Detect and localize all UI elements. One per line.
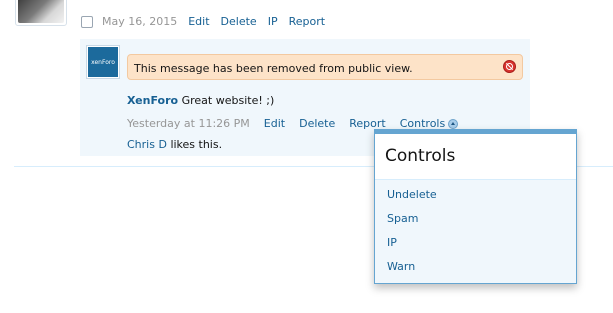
select-post-checkbox[interactable] [81,15,93,28]
likes-suffix: likes this. [170,138,223,151]
menu-item-spam[interactable]: Spam [387,212,418,225]
top-post-edit-link[interactable]: Edit [188,15,209,28]
comment-avatar[interactable]: xenForo [86,45,120,79]
chevron-up-icon [448,118,459,129]
comment-likes: Chris D likes this. [127,138,222,151]
top-post-report-link[interactable]: Report [289,15,325,28]
deleted-notice-text: This message has been removed from publi… [134,62,413,75]
top-post-delete-link[interactable]: Delete [221,15,257,28]
xenforo-logo-icon: xenForo [88,47,118,77]
top-post-meta: May 16, 2015 Edit Delete IP Report [81,15,336,28]
controls-menu-title: Controls [385,146,456,166]
comment-date[interactable]: Yesterday at 11:26 PM [127,117,250,130]
liker-link[interactable]: Chris D [127,138,167,151]
top-post-ip-link[interactable]: IP [268,15,278,28]
deleted-message-notice: This message has been removed from publi… [127,54,523,80]
menu-item-warn[interactable]: Warn [387,260,415,273]
comment-message: XenForo Great website! ;) [127,94,274,107]
comment-edit-link[interactable]: Edit [264,117,285,130]
top-post-date: May 16, 2015 [102,15,178,28]
menu-item-undelete[interactable]: Undelete [387,188,437,201]
controls-dropdown-menu: Controls Undelete Spam IP Warn [374,129,577,284]
user-avatar-photo [18,0,64,23]
menu-item-ip[interactable]: IP [387,236,397,249]
controls-menu-header: Controls [375,134,576,180]
top-post-avatar[interactable] [15,0,67,26]
comment-delete-link[interactable]: Delete [299,117,335,130]
comment-message-text: Great website! ;) [181,94,275,107]
deleted-prohibited-icon[interactable] [503,60,516,73]
comment-author-link[interactable]: XenForo [127,94,178,107]
